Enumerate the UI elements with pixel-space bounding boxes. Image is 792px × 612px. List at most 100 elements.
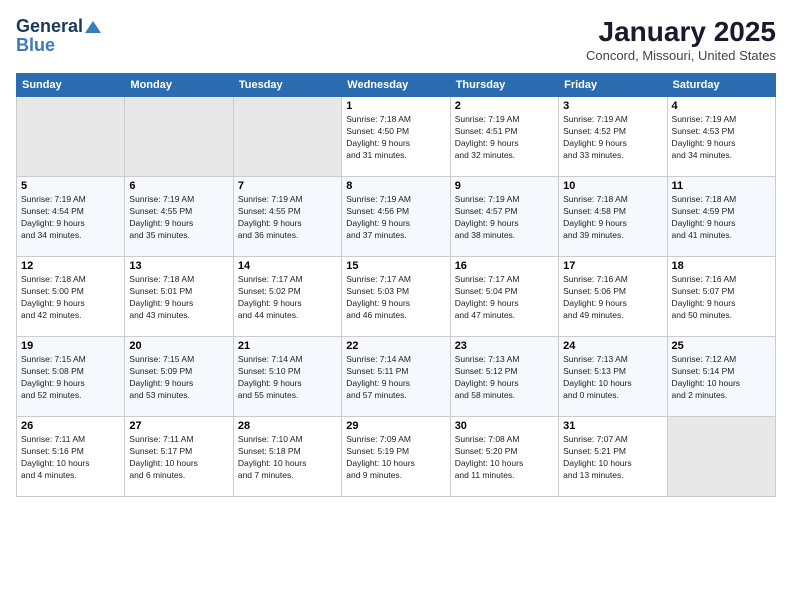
calendar-cell: 2 Sunrise: 7:19 AM Sunset: 4:51 PM Daylig…: [450, 97, 558, 177]
logo-general: General: [16, 16, 83, 37]
day-info: Sunrise: 7:14 AM Sunset: 5:11 PM Dayligh…: [346, 354, 445, 402]
day-number: 17: [563, 260, 662, 272]
day-number: 8: [346, 180, 445, 192]
calendar-cell: 9Sunrise: 7:19 AM Sunset: 4:57 PM Daylig…: [450, 177, 558, 257]
day-info: Sunrise: 7:15 AM Sunset: 5:08 PM Dayligh…: [21, 354, 120, 402]
day-number: 6: [129, 180, 228, 192]
calendar-week-1: 1Sunrise: 7:18 AM Sunset: 4:50 PM Daylig…: [17, 97, 776, 177]
day-info: Sunrise: 7:18 AM Sunset: 4:59 PM Dayligh…: [672, 194, 771, 242]
day-info: Sunrise: 7:16 AM Sunset: 5:06 PM Dayligh…: [563, 274, 662, 322]
calendar-cell: 16 Sunrise: 7:17 AM Sunset: 5:04 PM Dayli…: [450, 257, 558, 337]
day-number: 26: [21, 420, 120, 432]
header-friday: Friday: [559, 74, 667, 97]
day-number: 24: [563, 340, 662, 352]
day-number: 5: [21, 180, 120, 192]
day-info: Sunrise: 7:14 AM Sunset: 5:10 PM Dayligh…: [238, 354, 337, 402]
day-number: 23: [455, 340, 554, 352]
day-info: Sunrise: 7:10 AM Sunset: 5:18 PM Dayligh…: [238, 434, 337, 482]
calendar-table: Sunday Monday Tuesday Wednesday Thursday…: [16, 73, 776, 497]
day-number: 3: [563, 100, 662, 112]
logo-blue: Blue: [16, 35, 55, 56]
calendar-cell: [17, 97, 125, 177]
calendar-cell: 3Sunrise: 7:19 AM Sunset: 4:52 PM Daylig…: [559, 97, 667, 177]
day-info: Sunrise: 7:18 AM Sunset: 4:58 PM Dayligh…: [563, 194, 662, 242]
logo-icon: [85, 19, 101, 35]
day-number: 7: [238, 180, 337, 192]
calendar-cell: 18 Sunrise: 7:16 AM Sunset: 5:07 PM Dayli…: [667, 257, 775, 337]
calendar-cell: 1Sunrise: 7:18 AM Sunset: 4:50 PM Daylig…: [342, 97, 450, 177]
day-number: 13: [129, 260, 228, 272]
day-number: 29: [346, 420, 445, 432]
calendar-cell: 26 Sunrise: 7:11 AM Sunset: 5:16 PM Dayli…: [17, 417, 125, 497]
day-number: 31: [563, 420, 662, 432]
day-number: 22: [346, 340, 445, 352]
day-info: Sunrise: 7:18 AM Sunset: 5:00 PM Dayligh…: [21, 274, 120, 322]
day-number: 11: [672, 180, 771, 192]
calendar-week-2: 5Sunrise: 7:19 AM Sunset: 4:54 PM Daylig…: [17, 177, 776, 257]
calendar-header-row: Sunday Monday Tuesday Wednesday Thursday…: [17, 74, 776, 97]
day-number: 2: [455, 100, 554, 112]
day-number: 4: [672, 100, 771, 112]
day-info: Sunrise: 7:13 AM Sunset: 5:12 PM Dayligh…: [455, 354, 554, 402]
header-saturday: Saturday: [667, 74, 775, 97]
day-number: 20: [129, 340, 228, 352]
day-info: Sunrise: 7:19 AM Sunset: 4:53 PM Dayligh…: [672, 114, 771, 162]
calendar-cell: 30Sunrise: 7:08 AM Sunset: 5:20 PM Dayli…: [450, 417, 558, 497]
day-info: Sunrise: 7:19 AM Sunset: 4:51 PM Dayligh…: [455, 114, 554, 162]
day-number: 14: [238, 260, 337, 272]
day-info: Sunrise: 7:11 AM Sunset: 5:17 PM Dayligh…: [129, 434, 228, 482]
day-info: Sunrise: 7:16 AM Sunset: 5:07 PM Dayligh…: [672, 274, 771, 322]
calendar-cell: 10 Sunrise: 7:18 AM Sunset: 4:58 PM Dayli…: [559, 177, 667, 257]
calendar-title: January 2025: [586, 16, 776, 48]
calendar-body: 1Sunrise: 7:18 AM Sunset: 4:50 PM Daylig…: [17, 97, 776, 497]
day-number: 10: [563, 180, 662, 192]
calendar-cell: 5Sunrise: 7:19 AM Sunset: 4:54 PM Daylig…: [17, 177, 125, 257]
logo: General Blue: [16, 16, 101, 56]
header-sunday: Sunday: [17, 74, 125, 97]
calendar-cell: 21 Sunrise: 7:14 AM Sunset: 5:10 PM Dayli…: [233, 337, 341, 417]
calendar-cell: 13Sunrise: 7:18 AM Sunset: 5:01 PM Dayli…: [125, 257, 233, 337]
day-info: Sunrise: 7:11 AM Sunset: 5:16 PM Dayligh…: [21, 434, 120, 482]
calendar-cell: [667, 417, 775, 497]
day-info: Sunrise: 7:17 AM Sunset: 5:03 PM Dayligh…: [346, 274, 445, 322]
calendar-cell: 28 Sunrise: 7:10 AM Sunset: 5:18 PM Dayli…: [233, 417, 341, 497]
day-number: 21: [238, 340, 337, 352]
calendar-cell: 27 Sunrise: 7:11 AM Sunset: 5:17 PM Dayli…: [125, 417, 233, 497]
day-number: 30: [455, 420, 554, 432]
calendar-cell: 6 Sunrise: 7:19 AM Sunset: 4:55 PM Daylig…: [125, 177, 233, 257]
day-number: 27: [129, 420, 228, 432]
day-number: 28: [238, 420, 337, 432]
calendar-cell: 12 Sunrise: 7:18 AM Sunset: 5:00 PM Dayli…: [17, 257, 125, 337]
header-monday: Monday: [125, 74, 233, 97]
day-number: 18: [672, 260, 771, 272]
calendar-cell: 7 Sunrise: 7:19 AM Sunset: 4:55 PM Daylig…: [233, 177, 341, 257]
calendar-cell: [125, 97, 233, 177]
calendar-cell: 23 Sunrise: 7:13 AM Sunset: 5:12 PM Dayli…: [450, 337, 558, 417]
day-number: 12: [21, 260, 120, 272]
day-number: 16: [455, 260, 554, 272]
day-info: Sunrise: 7:19 AM Sunset: 4:55 PM Dayligh…: [129, 194, 228, 242]
calendar-cell: 4 Sunrise: 7:19 AM Sunset: 4:53 PM Daylig…: [667, 97, 775, 177]
day-info: Sunrise: 7:17 AM Sunset: 5:02 PM Dayligh…: [238, 274, 337, 322]
calendar-cell: [233, 97, 341, 177]
calendar-cell: 29 Sunrise: 7:09 AM Sunset: 5:19 PM Dayli…: [342, 417, 450, 497]
calendar-week-4: 19Sunrise: 7:15 AM Sunset: 5:08 PM Dayli…: [17, 337, 776, 417]
header-thursday: Thursday: [450, 74, 558, 97]
calendar-week-3: 12 Sunrise: 7:18 AM Sunset: 5:00 PM Dayli…: [17, 257, 776, 337]
day-info: Sunrise: 7:09 AM Sunset: 5:19 PM Dayligh…: [346, 434, 445, 482]
day-info: Sunrise: 7:07 AM Sunset: 5:21 PM Dayligh…: [563, 434, 662, 482]
calendar-cell: 11 Sunrise: 7:18 AM Sunset: 4:59 PM Dayli…: [667, 177, 775, 257]
title-block: January 2025 Concord, Missouri, United S…: [586, 16, 776, 63]
day-info: Sunrise: 7:17 AM Sunset: 5:04 PM Dayligh…: [455, 274, 554, 322]
day-info: Sunrise: 7:19 AM Sunset: 4:57 PM Dayligh…: [455, 194, 554, 242]
calendar-cell: 25Sunrise: 7:12 AM Sunset: 5:14 PM Dayli…: [667, 337, 775, 417]
calendar-cell: 22 Sunrise: 7:14 AM Sunset: 5:11 PM Dayli…: [342, 337, 450, 417]
header-tuesday: Tuesday: [233, 74, 341, 97]
calendar-cell: 17 Sunrise: 7:16 AM Sunset: 5:06 PM Dayli…: [559, 257, 667, 337]
day-info: Sunrise: 7:19 AM Sunset: 4:56 PM Dayligh…: [346, 194, 445, 242]
calendar-subtitle: Concord, Missouri, United States: [586, 48, 776, 63]
day-number: 1: [346, 100, 445, 112]
day-number: 15: [346, 260, 445, 272]
day-info: Sunrise: 7:19 AM Sunset: 4:55 PM Dayligh…: [238, 194, 337, 242]
calendar-cell: 31 Sunrise: 7:07 AM Sunset: 5:21 PM Dayli…: [559, 417, 667, 497]
